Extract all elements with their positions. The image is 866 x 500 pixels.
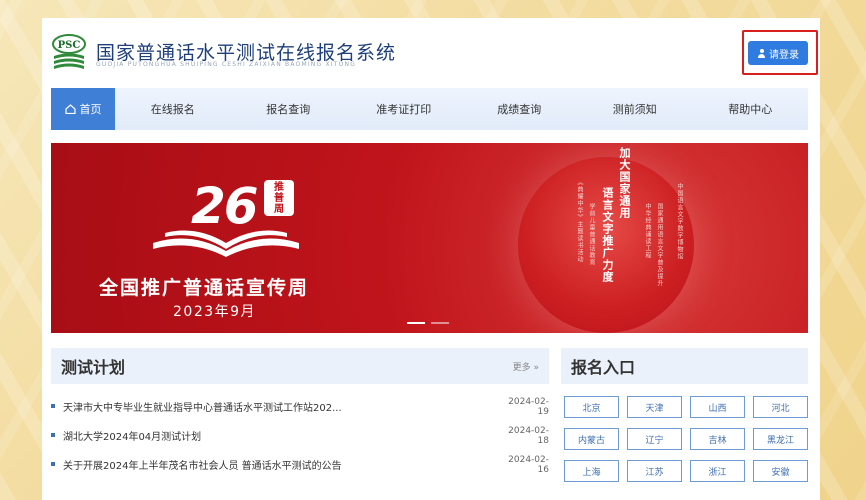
region-button-anhui[interactable]: 安徽 — [753, 460, 808, 482]
registration-entry-title: 报名入口 — [571, 358, 636, 377]
banner-date: 2023年9月 — [173, 304, 257, 320]
banner-seal: 推 普 周 — [264, 180, 294, 216]
list-item[interactable]: 关于开展2024年上半年茂名市社会人员 普通话水平测试的公告 2024-02-1… — [51, 450, 549, 479]
banner-vertical-side-3: 学前儿童普通话教育 — [588, 203, 595, 266]
banner-vertical-main-2: 语言文字推广力度 — [601, 187, 614, 283]
site-subtitle: GUOJIA PUTONGHUA SHUIPING CESHI ZAIXIAN … — [96, 61, 357, 68]
region-button-jiangsu[interactable]: 江苏 — [627, 460, 682, 482]
list-item-title[interactable]: 天津市大中专毕业生就业指导中心普通话水平测试工作站202... — [63, 399, 499, 414]
region-button-shanxi[interactable]: 山西 — [690, 396, 745, 418]
carousel-dot-2[interactable] — [431, 322, 449, 324]
header: PSC 国家普通话水平测试在线报名系统 GUOJIA PUTONGHUA SHU… — [42, 18, 820, 88]
nav-item-register-query[interactable]: 报名查询 — [231, 88, 347, 130]
open-book-icon — [151, 221, 301, 265]
region-button-tianjin[interactable]: 天津 — [627, 396, 682, 418]
region-button-hebei[interactable]: 河北 — [753, 396, 808, 418]
main-page: PSC 国家普通话水平测试在线报名系统 GUOJIA PUTONGHUA SHU… — [42, 18, 820, 500]
region-button-liaoning[interactable]: 辽宁 — [627, 428, 682, 450]
banner-vertical-main-1: 加大国家通用 — [618, 147, 631, 219]
banner-vertical-side-2: 国家通用语言文字普及提升 — [656, 203, 663, 287]
test-plan-list: 天津市大中专毕业生就业指导中心普通话水平测试工作站202... 2024-02-… — [51, 384, 549, 479]
region-button-heilongjiang[interactable]: 黑龙江 — [753, 428, 808, 450]
banner-vertical-side-1: 中华经典诵读工程 — [644, 203, 651, 259]
psc-logo-icon: PSC — [52, 34, 86, 70]
main-nav: 首页 在线报名 报名查询 准考证打印 成绩查询 测前须知 帮助中心 — [51, 88, 808, 130]
login-label: 请登录 — [769, 49, 799, 61]
more-link[interactable]: 更多 » — [513, 360, 539, 373]
nav-item-admission-print[interactable]: 准考证打印 — [346, 88, 462, 130]
login-button[interactable]: 请登录 — [748, 41, 808, 65]
list-item[interactable]: 天津市大中专毕业生就业指导中心普通话水平测试工作站202... 2024-02-… — [51, 392, 549, 421]
test-plan-header: 测试计划 更多 » — [51, 348, 549, 384]
banner-title: 全国推广普通话宣传周 — [99, 277, 310, 299]
home-icon — [64, 104, 76, 114]
registration-entry-section: 报名入口 北京 天津 山西 河北 内蒙古 辽宁 吉林 黑龙江 上海 江苏 浙江 … — [561, 348, 808, 500]
nav-item-test-notice[interactable]: 测前须知 — [577, 88, 693, 130]
region-button-zhejiang[interactable]: 浙江 — [690, 460, 745, 482]
nav-label-home: 首页 — [79, 103, 102, 116]
nav-item-score-query[interactable]: 成绩查询 — [462, 88, 578, 130]
region-button-neimenggu[interactable]: 内蒙古 — [564, 428, 619, 450]
seal-char-2: 普 — [274, 192, 284, 204]
region-button-jilin[interactable]: 吉林 — [690, 428, 745, 450]
user-icon — [757, 48, 766, 58]
seal-char-3: 周 — [274, 203, 284, 215]
region-grid: 北京 天津 山西 河北 内蒙古 辽宁 吉林 黑龙江 上海 江苏 浙江 安徽 — [561, 384, 808, 482]
banner-vertical-side-4: 《典耀中华》主题读书活动 — [576, 179, 583, 263]
seal-char-1: 推 — [274, 181, 284, 193]
list-item-date: 2024-02-18 — [508, 425, 549, 446]
banner-vertical-side-5: 中国语言文字数字博物馆 — [676, 183, 683, 260]
list-item-title[interactable]: 湖北大学2024年04月测试计划 — [63, 428, 499, 443]
logo-text: PSC — [58, 40, 81, 51]
list-item[interactable]: 湖北大学2024年04月测试计划 2024-02-18 — [51, 421, 549, 450]
carousel-dot-1[interactable] — [407, 322, 425, 324]
region-button-beijing[interactable]: 北京 — [564, 396, 619, 418]
nav-item-home[interactable]: 首页 — [51, 88, 115, 130]
nav-item-online-register[interactable]: 在线报名 — [115, 88, 231, 130]
list-item-title[interactable]: 关于开展2024年上半年茂名市社会人员 普通话水平测试的公告 — [63, 457, 499, 472]
list-item-date: 2024-02-16 — [508, 454, 549, 475]
carousel-dots — [407, 322, 449, 324]
list-item-date: 2024-02-19 — [508, 396, 549, 417]
test-plan-title: 测试计划 — [61, 358, 126, 377]
registration-entry-header: 报名入口 — [561, 348, 808, 384]
region-button-shanghai[interactable]: 上海 — [564, 460, 619, 482]
test-plan-section: 测试计划 更多 » 天津市大中专毕业生就业指导中心普通话水平测试工作站202..… — [51, 348, 549, 500]
promo-banner[interactable]: 26 推 普 周 全国推广普通话宣传周 2023年9月 加大国家通用 语言文字推… — [51, 143, 808, 333]
nav-item-help-center[interactable]: 帮助中心 — [693, 88, 809, 130]
